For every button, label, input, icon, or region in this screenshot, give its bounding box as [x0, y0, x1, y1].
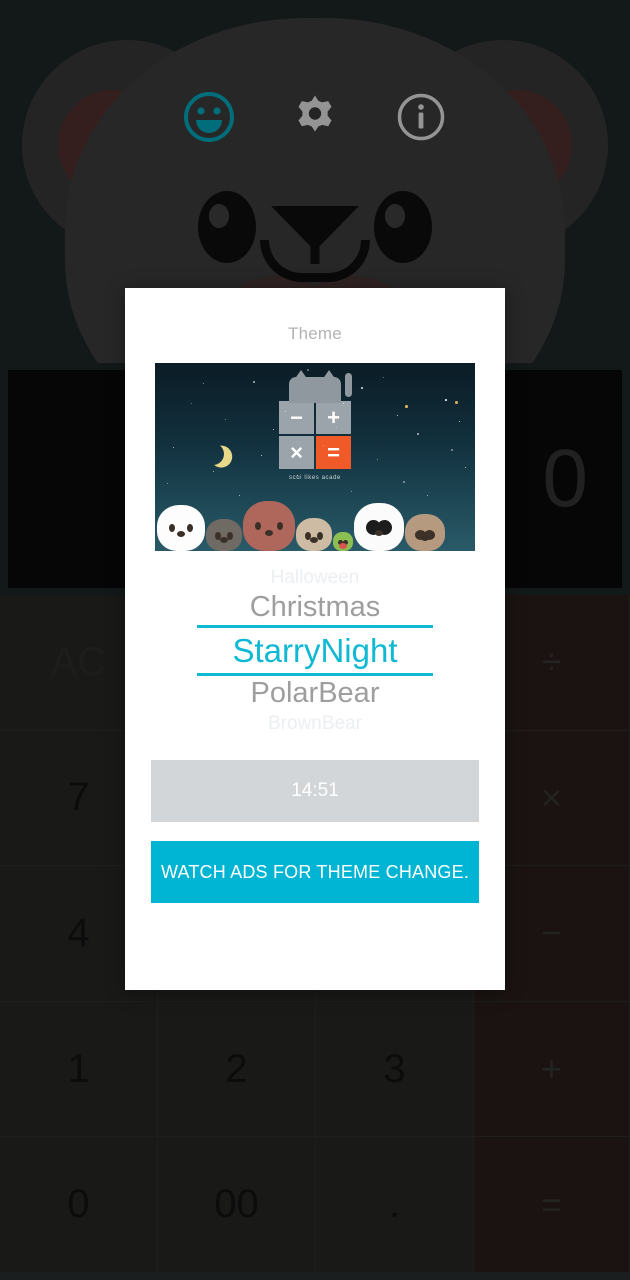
calculator-logo: − + × = [279, 370, 352, 469]
star [307, 369, 309, 371]
star [361, 387, 363, 389]
cat-ear-left [294, 370, 308, 380]
star [191, 403, 193, 405]
moon-icon [199, 440, 227, 468]
star [405, 405, 408, 408]
calculator-keys-graphic: − + × = [279, 401, 351, 469]
star [445, 399, 447, 401]
cat-icon [289, 370, 352, 403]
theme-option-starrynight[interactable]: StarryNight [197, 625, 433, 676]
star [465, 467, 467, 469]
star [397, 415, 399, 417]
animal-row [155, 499, 475, 551]
timer-button[interactable]: 14:51 [151, 760, 479, 822]
animal-frog [333, 532, 353, 551]
dialog-title: Theme [288, 324, 342, 343]
star [459, 421, 461, 423]
star [225, 419, 227, 421]
theme-preview-image: − + × = scui likes acade [155, 363, 475, 551]
star [451, 449, 453, 451]
animal-seal [206, 519, 242, 551]
animal-polar-bear [157, 505, 205, 551]
star [213, 471, 215, 473]
theme-option-halloween[interactable]: Halloween [125, 565, 505, 590]
star [455, 401, 458, 404]
theme-list: Halloween Christmas StarryNight PolarBear Br… [125, 565, 505, 736]
star [261, 455, 263, 457]
watch-ads-button[interactable]: WATCH ADS FOR THEME CHANGE. [151, 841, 479, 903]
animal-otter [296, 518, 332, 551]
animal-brown-bear [243, 501, 295, 551]
star [173, 447, 175, 449]
preview-caption: scui likes acade [289, 475, 341, 481]
theme-dialog: Theme − + × = scui likes acade Halloween… [125, 288, 505, 990]
star [403, 481, 405, 483]
star [239, 495, 241, 497]
star [351, 491, 353, 493]
theme-option-polarbear[interactable]: PolarBear [125, 676, 505, 711]
theme-option-christmas[interactable]: Christmas [125, 590, 505, 625]
star [167, 483, 169, 485]
phone-screen: 0 AC÷789×456−123+000.= Theme − + × = [0, 0, 630, 1280]
preview-key-times: × [279, 436, 314, 469]
star [273, 429, 275, 431]
cat-tail [345, 373, 352, 397]
animal-raccoon [405, 514, 445, 551]
preview-key-plus: + [316, 401, 351, 434]
star [383, 377, 385, 379]
star [203, 383, 205, 385]
star [377, 459, 379, 461]
preview-key-minus: − [279, 401, 314, 434]
theme-option-brownbear[interactable]: BrownBear [125, 711, 505, 736]
star [253, 381, 255, 383]
animal-panda [354, 503, 404, 551]
preview-key-equals: = [316, 436, 351, 469]
cat-ear-right [322, 370, 336, 380]
star [417, 433, 419, 435]
star [427, 495, 429, 497]
